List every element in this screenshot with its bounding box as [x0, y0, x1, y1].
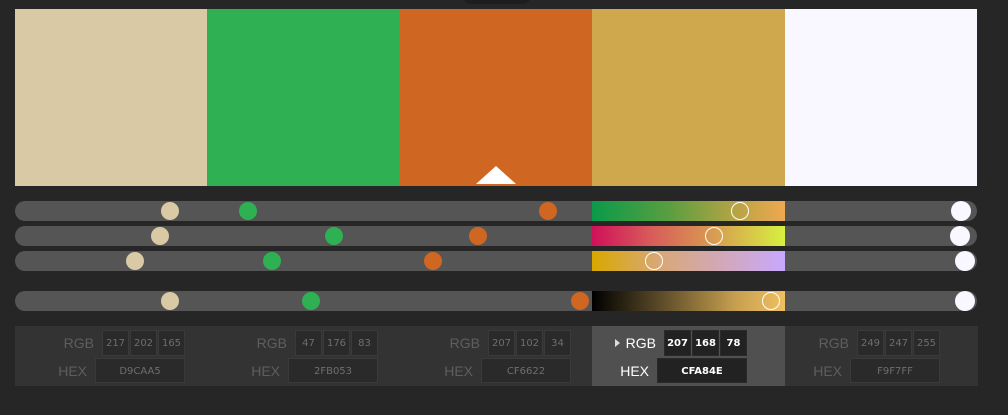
lightness-knob-swatch-3[interactable]	[424, 252, 442, 270]
red-field[interactable]: 217	[102, 330, 129, 356]
hue-knob-swatch-1[interactable]	[161, 202, 179, 220]
blue-field[interactable]: 165	[158, 330, 185, 356]
brightness-knob-swatch-2[interactable]	[302, 292, 320, 310]
color-palette	[15, 9, 978, 186]
red-field[interactable]: 207	[664, 330, 691, 356]
hex-field[interactable]: 2FB053	[288, 358, 378, 383]
saturation-knob-swatch-2[interactable]	[325, 227, 343, 245]
brightness-knob-swatch-3[interactable]	[571, 292, 589, 310]
red-field[interactable]: 207	[488, 330, 515, 356]
rgb-label: RGB	[625, 335, 656, 351]
color-values-swatch-3: RGB 207 102 34 HEX CF6622	[400, 326, 593, 386]
brightness-knob-swatch-4[interactable]	[762, 292, 780, 310]
hex-label: HEX	[251, 362, 280, 379]
brightness-slider-track[interactable]	[15, 291, 977, 311]
hex-field[interactable]: D9CAA5	[95, 358, 185, 383]
color-values-swatch-1: RGB 217 202 165 HEX D9CAA5	[15, 326, 208, 386]
swatch-5[interactable]	[784, 9, 978, 186]
lightness-knob-swatch-2[interactable]	[263, 252, 281, 270]
brightness-gradient	[592, 291, 785, 311]
hue-knob-swatch-3[interactable]	[539, 202, 557, 220]
swatch-4[interactable]	[592, 9, 785, 186]
rgb-label: RGB	[449, 335, 480, 351]
rgb-label: RGB	[256, 335, 287, 351]
blue-field[interactable]: 83	[351, 330, 378, 356]
top-handle	[462, 0, 532, 4]
hex-field[interactable]: CFA84E	[657, 358, 747, 383]
hex-label: HEX	[58, 362, 87, 379]
swatch-2[interactable]	[207, 9, 400, 186]
lightness-knob-swatch-1[interactable]	[126, 252, 144, 270]
rgb-label: RGB	[818, 335, 849, 351]
hex-field[interactable]: F9F7FF	[850, 358, 940, 383]
brightness-knob-swatch-1[interactable]	[161, 292, 179, 310]
saturation-gradient	[592, 226, 785, 246]
lightness-knob-swatch-4[interactable]	[645, 252, 663, 270]
red-field[interactable]: 47	[295, 330, 322, 356]
color-values-swatch-4-selected: RGB 207 168 78 HEX CFA84E	[592, 326, 785, 386]
lightness-knob-swatch-5[interactable]	[955, 251, 975, 271]
saturation-knob-swatch-3[interactable]	[469, 227, 487, 245]
green-field[interactable]: 168	[692, 330, 719, 356]
blue-field[interactable]: 78	[720, 330, 747, 356]
swatch-3[interactable]	[399, 9, 593, 186]
green-field[interactable]: 102	[516, 330, 543, 356]
red-field[interactable]: 249	[857, 330, 884, 356]
hex-label: HEX	[444, 362, 473, 379]
lightness-gradient	[592, 251, 785, 271]
hue-slider-track[interactable]	[15, 201, 977, 221]
hex-field[interactable]: CF6622	[481, 358, 571, 383]
saturation-knob-swatch-5[interactable]	[950, 226, 970, 246]
green-field[interactable]: 202	[130, 330, 157, 356]
hex-label: HEX	[620, 362, 649, 379]
rgb-label: RGB	[63, 335, 94, 351]
saturation-knob-swatch-4[interactable]	[705, 227, 723, 245]
hue-knob-swatch-2[interactable]	[239, 202, 257, 220]
color-values-swatch-5: RGB 249 247 255 HEX F9F7FF	[785, 326, 978, 386]
saturation-slider-track[interactable]	[15, 226, 977, 246]
expand-arrow-icon[interactable]	[614, 339, 620, 347]
selection-indicator-arrow	[476, 166, 516, 184]
hue-knob-swatch-4[interactable]	[731, 202, 749, 220]
blue-field[interactable]: 255	[913, 330, 940, 356]
hue-gradient	[592, 201, 785, 221]
green-field[interactable]: 247	[885, 330, 912, 356]
green-field[interactable]: 176	[323, 330, 350, 356]
saturation-knob-swatch-1[interactable]	[151, 227, 169, 245]
hex-label: HEX	[813, 362, 842, 379]
blue-field[interactable]: 34	[544, 330, 571, 356]
brightness-knob-swatch-5[interactable]	[955, 291, 975, 311]
lightness-slider-track[interactable]	[15, 251, 977, 271]
swatch-1[interactable]	[15, 9, 208, 186]
color-values-swatch-2: RGB 47 176 83 HEX 2FB053	[208, 326, 401, 386]
hue-knob-swatch-5[interactable]	[951, 201, 971, 221]
